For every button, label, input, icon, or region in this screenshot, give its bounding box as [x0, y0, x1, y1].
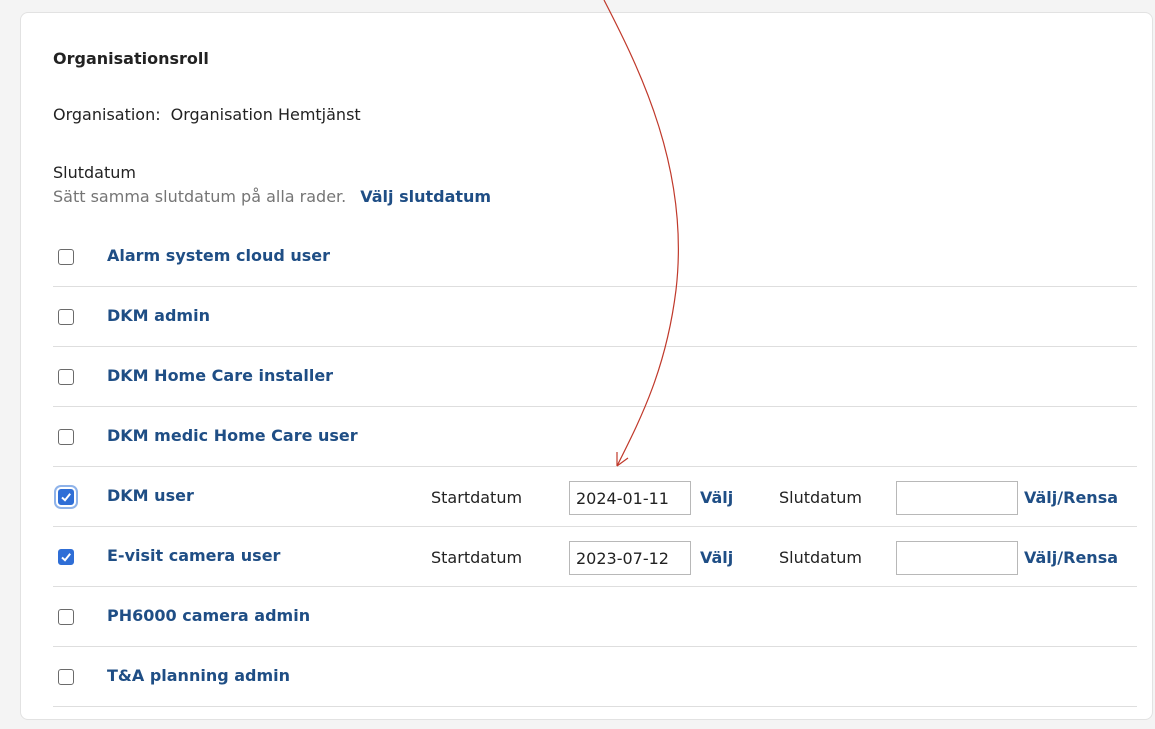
role-label[interactable]: DKM Home Care installer	[107, 366, 333, 385]
role-label[interactable]: DKM admin	[107, 306, 210, 325]
end-date-label: Slutdatum	[779, 548, 862, 567]
organisation-value: Organisation Hemtjänst	[170, 105, 361, 124]
role-checkbox[interactable]	[58, 669, 74, 685]
role-row-ta-planning-admin: T&A planning admin	[53, 647, 1137, 707]
choose-end-date-link[interactable]: Välj	[1024, 488, 1057, 507]
clear-end-date-link[interactable]: Rensa	[1063, 488, 1118, 507]
role-row-ph6000-camera-admin: PH6000 camera admin	[53, 587, 1137, 647]
end-date-input[interactable]	[896, 541, 1018, 575]
role-list: Alarm system cloud user DKM admin DKM Ho…	[53, 227, 1137, 707]
start-date-label: Startdatum	[431, 488, 523, 507]
end-date-actions: Välj/Rensa	[1024, 548, 1118, 567]
organisation-line: Organisation: Organisation Hemtjänst	[53, 105, 361, 124]
role-row-dkm-home-care-installer: DKM Home Care installer	[53, 347, 1137, 407]
role-checkbox[interactable]	[58, 609, 74, 625]
start-date-label: Startdatum	[431, 548, 523, 567]
clear-end-date-link[interactable]: Rensa	[1063, 548, 1118, 567]
role-row-dkm-medic-home-care-user: DKM medic Home Care user	[53, 407, 1137, 467]
end-date-actions: Välj/Rensa	[1024, 488, 1118, 507]
end-date-hint: Sätt samma slutdatum på alla rader.	[53, 187, 347, 206]
role-checkbox[interactable]	[58, 429, 74, 445]
choose-end-date-link[interactable]: Välj slutdatum	[360, 187, 491, 206]
role-row-dkm-admin: DKM admin	[53, 287, 1137, 347]
role-row-alarm-system-cloud-user: Alarm system cloud user	[53, 227, 1137, 287]
end-date-label: Slutdatum	[779, 488, 862, 507]
end-date-heading: Slutdatum	[53, 163, 136, 182]
start-date-input[interactable]	[569, 481, 691, 515]
role-date-fields: Startdatum Välj Slutdatum Välj/Rensa	[53, 467, 1137, 527]
role-date-fields: Startdatum Välj Slutdatum Välj/Rensa	[53, 527, 1137, 587]
role-label[interactable]: DKM medic Home Care user	[107, 426, 358, 445]
role-label[interactable]: Alarm system cloud user	[107, 246, 330, 265]
section-title: Organisationsroll	[53, 49, 209, 68]
role-label[interactable]: PH6000 camera admin	[107, 606, 310, 625]
role-row-dkm-user: DKM user Startdatum Välj Slutdatum Välj/…	[53, 467, 1137, 527]
role-label[interactable]: T&A planning admin	[107, 666, 290, 685]
organisation-label: Organisation:	[53, 105, 161, 124]
choose-end-date-link[interactable]: Välj	[1024, 548, 1057, 567]
role-checkbox[interactable]	[58, 309, 74, 325]
role-row-e-visit-camera-user: E-visit camera user Startdatum Välj Slut…	[53, 527, 1137, 587]
end-date-hint-line: Sätt samma slutdatum på alla rader. Välj …	[53, 187, 491, 206]
role-checkbox[interactable]	[58, 249, 74, 265]
start-date-input[interactable]	[569, 541, 691, 575]
choose-start-date-link[interactable]: Välj	[700, 548, 733, 567]
end-date-input[interactable]	[896, 481, 1018, 515]
role-checkbox[interactable]	[58, 369, 74, 385]
choose-start-date-link[interactable]: Välj	[700, 488, 733, 507]
organisation-role-card: Organisationsroll Organisation: Organisat…	[20, 12, 1153, 720]
